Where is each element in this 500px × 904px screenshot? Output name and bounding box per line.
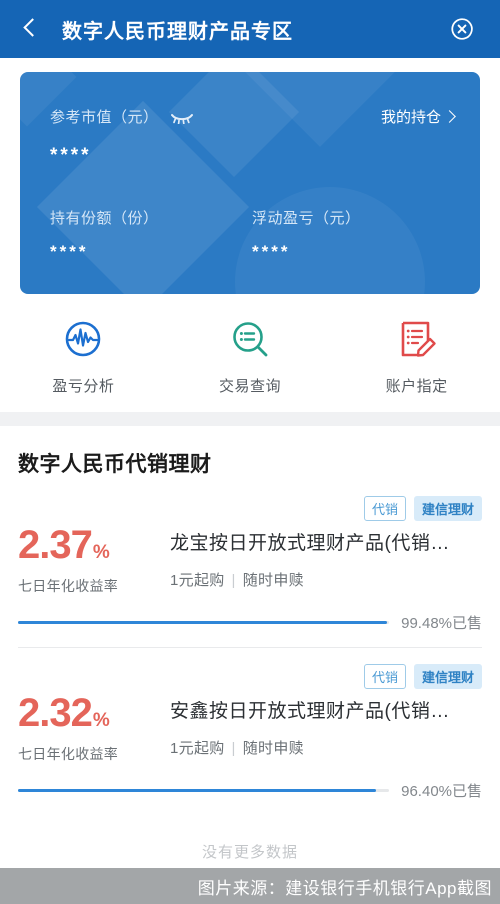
- sold-label: 99.48%已售: [401, 615, 482, 632]
- min-purchase: 1元起购: [170, 572, 225, 589]
- my-holdings-link[interactable]: 我的持仓: [380, 106, 456, 127]
- tag-issuer: 建信理财: [413, 664, 482, 689]
- sold-progress-fill: [18, 621, 388, 624]
- tag-agency: 代销: [363, 664, 406, 689]
- rate-unit: %: [92, 542, 110, 563]
- rate-unit: %: [92, 710, 110, 731]
- quick-actions-row: 盈亏分析 交易查询 账户指定: [0, 294, 500, 412]
- sold-progress-row: 99.48%已售: [18, 612, 482, 633]
- product-rate: 2.32%: [18, 693, 170, 733]
- market-value-label-row: 参考市值（元）: [50, 106, 193, 127]
- shares-label: 持有份额（份）: [50, 210, 159, 227]
- product-tags: 代销 建信理财: [18, 664, 482, 689]
- my-holdings-label: 我的持仓: [380, 109, 441, 126]
- product-name[interactable]: 龙宝按日开放式理财产品(代销…: [170, 528, 482, 555]
- chevron-right-icon: [443, 110, 456, 123]
- product-features: 1元起购 | 随时申赎: [170, 737, 482, 758]
- tag-agency: 代销: [363, 496, 406, 521]
- balance-card-wrapper: 参考市值（元） 我的持仓 **** 持有份额（份） **** 浮动盈亏（元） *…: [0, 58, 500, 294]
- watermark-bar: 图片来源：建设银行手机银行App截图: [0, 868, 500, 904]
- transaction-search-icon: [227, 316, 273, 362]
- product-rate: 2.37%: [18, 525, 170, 565]
- rate-value: 2.37: [18, 523, 93, 567]
- tag-issuer: 建信理财: [413, 496, 482, 521]
- rate-block: 2.37% 七日年化收益率: [18, 525, 170, 596]
- quick-action-label: 交易查询: [218, 378, 281, 395]
- watermark-text: 图片来源：建设银行手机银行App截图: [197, 878, 492, 898]
- feature-divider: |: [231, 740, 236, 757]
- sold-progress-bar: [18, 621, 390, 624]
- sold-progress-fill: [18, 789, 376, 792]
- product-tags: 代销 建信理财: [18, 496, 482, 521]
- chevron-left-icon[interactable]: [18, 16, 44, 42]
- section-divider-band: [0, 412, 500, 426]
- market-value-amount: ****: [50, 145, 92, 166]
- pnl-label: 浮动盈亏（元）: [252, 210, 361, 227]
- product-name[interactable]: 安鑫按日开放式理财产品(代销…: [170, 696, 482, 723]
- rate-value: 2.32: [18, 691, 93, 735]
- redemption-terms: 随时申赎: [242, 740, 304, 757]
- section-title: 数字人民币代销理财: [18, 453, 212, 476]
- shares-amount: ****: [50, 242, 89, 261]
- account-designate-icon: [394, 316, 440, 362]
- profit-loss-analysis-icon: [60, 316, 106, 362]
- page-title: 数字人民币理财产品专区: [62, 20, 293, 43]
- product-features: 1元起购 | 随时申赎: [170, 569, 482, 590]
- pnl-column: 浮动盈亏（元） ****: [252, 207, 454, 262]
- app-screen: 数字人民币理财产品专区 参考市值（元） 我的持仓 **** 持有份额（份） **…: [0, 0, 500, 904]
- close-circle-icon[interactable]: [450, 17, 474, 41]
- shares-column: 持有份额（份） ****: [50, 207, 252, 262]
- quick-action-label: 盈亏分析: [52, 378, 115, 395]
- quick-action-label: 账户指定: [385, 378, 448, 395]
- quick-action-account-designate[interactable]: 账户指定: [333, 316, 500, 396]
- sold-label: 96.40%已售: [401, 783, 482, 800]
- quick-action-transaction-search[interactable]: 交易查询: [167, 316, 334, 396]
- market-value-label: 参考市值（元）: [50, 109, 159, 126]
- feature-divider: |: [231, 572, 236, 589]
- eye-closed-icon[interactable]: [170, 111, 193, 125]
- no-more-data-text: 没有更多数据: [201, 844, 298, 861]
- redemption-terms: 随时申赎: [242, 572, 304, 589]
- product-list-item[interactable]: 代销 建信理财 2.32% 七日年化收益率 安鑫按日开放式理财产品(代销… 1元…: [0, 664, 500, 815]
- sold-progress-row: 96.40%已售: [18, 780, 482, 801]
- product-list-item[interactable]: 代销 建信理财 2.37% 七日年化收益率 龙宝按日开放式理财产品(代销… 1元…: [0, 496, 500, 647]
- rate-label: 七日年化收益率: [18, 578, 119, 594]
- sold-progress-bar: [18, 789, 390, 792]
- quick-action-profit-loss-analysis[interactable]: 盈亏分析: [0, 316, 167, 396]
- pnl-amount: ****: [252, 242, 291, 261]
- product-separator: [18, 647, 482, 648]
- app-header: 数字人民币理财产品专区: [0, 0, 500, 58]
- min-purchase: 1元起购: [170, 740, 225, 757]
- rate-label: 七日年化收益率: [18, 746, 119, 762]
- balance-card[interactable]: 参考市值（元） 我的持仓 **** 持有份额（份） **** 浮动盈亏（元） *…: [20, 72, 480, 294]
- rate-block: 2.32% 七日年化收益率: [18, 693, 170, 764]
